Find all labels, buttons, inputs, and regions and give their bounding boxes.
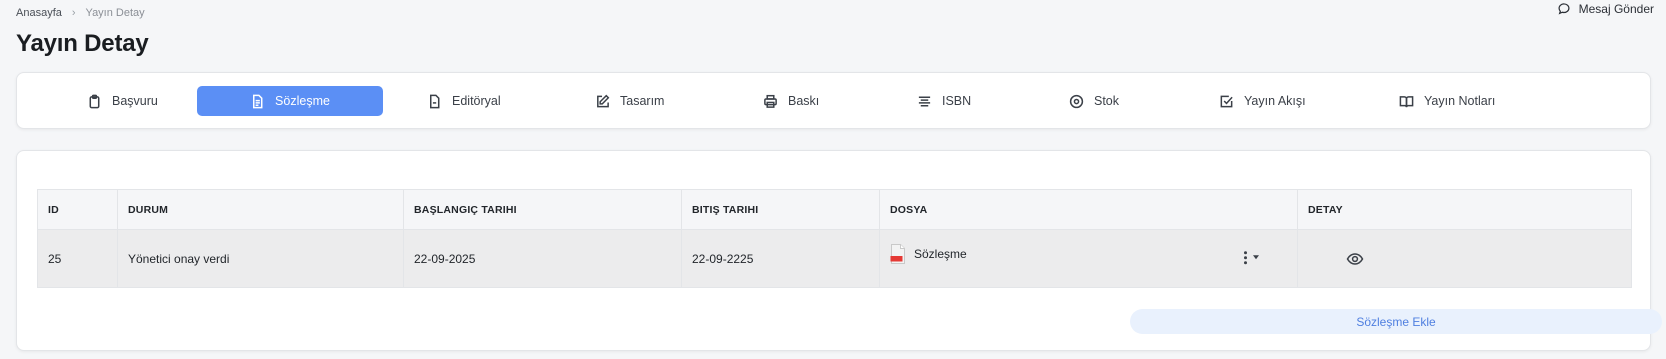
tab-stok[interactable]: Stok [1059,86,1129,116]
tab-label: Yayın Notları [1424,94,1496,108]
cell-id: 25 [37,229,118,288]
file-link[interactable]: Sözleşme [890,244,967,264]
document-icon [253,94,263,108]
tab-isbn[interactable]: ISBN [907,86,981,116]
page-title: Yayın Detay [16,30,149,57]
printer-icon [764,94,777,108]
tabs-bar: Başvuru Sözleşme Editöryal Tasarım Baskı… [16,72,1651,129]
tab-baski[interactable]: Baskı [753,86,829,116]
tab-tasarim[interactable]: Tasarım [585,86,674,116]
file-actions-menu[interactable] [1244,250,1259,264]
clipboard-icon [89,94,100,108]
tab-yayin-notlari[interactable]: Yayın Notları [1389,86,1505,116]
breadcrumb-current: Yayın Detay [85,7,145,19]
column-header-start-date[interactable]: BAŞLANGIÇ TARIHI [403,189,682,230]
cell-file: Sözleşme [879,229,1298,288]
tab-label: ISBN [942,94,972,108]
send-message-button[interactable]: Mesaj Gönder [1557,2,1654,16]
add-contract-button[interactable]: Sözleşme Ekle [1130,309,1662,334]
table-header-row: ID DURUM BAŞLANGIÇ TARIHI BITIŞ TARIHI D… [37,189,1632,230]
tab-label: Editöryal [452,94,501,108]
tab-editoryal[interactable]: Editöryal [417,86,511,116]
book-icon [1399,95,1414,107]
message-icon [1558,3,1570,15]
send-message-label: Mesaj Gönder [1578,2,1654,16]
contracts-table: ID DURUM BAŞLANGIÇ TARIHI BITIŞ TARIHI D… [37,189,1632,288]
tab-basvuru[interactable]: Başvuru [77,86,168,116]
caret-down-icon [1253,255,1259,260]
table-row: 25 Yönetici onay verdi 22-09-2025 22-09-… [37,229,1632,288]
breadcrumb: Anasayfa › Yayın Detay [16,7,145,19]
tab-label: Stok [1094,94,1120,108]
cell-detail [1297,229,1632,288]
breadcrumb-home[interactable]: Anasayfa [16,7,62,19]
column-header-id[interactable]: ID [37,189,118,230]
checkbox-icon [1220,95,1233,107]
disc-icon [1069,94,1084,108]
more-vertical-icon [1244,250,1247,264]
column-header-end-date[interactable]: BITIŞ TARIHI [681,189,880,230]
tab-label: Yayın Akışı [1244,94,1306,108]
column-header-detail[interactable]: DETAY [1297,189,1632,230]
tab-sozlesme[interactable]: Sözleşme [197,86,383,116]
column-header-file[interactable]: DOSYA [879,189,1298,230]
lines-icon [918,96,931,106]
cell-start-date: 22-09-2025 [403,229,682,288]
contracts-panel: ID DURUM BAŞLANGIÇ TARIHI BITIŞ TARIHI D… [16,150,1662,351]
eye-icon[interactable] [1346,250,1364,268]
chevron-right-icon: › [71,7,76,19]
tab-label: Tasarım [620,94,665,108]
file-minus-icon [430,94,440,108]
tab-label: Sözleşme [275,94,330,108]
cell-end-date: 22-09-2225 [681,229,880,288]
cell-status: Yönetici onay verdi [117,229,404,288]
column-header-status[interactable]: DURUM [117,189,404,230]
edit-icon [597,94,610,107]
tab-label: Baskı [788,94,820,108]
top-bar: Anasayfa › Yayın Detay Mesaj Gönder [16,2,1654,22]
pdf-file-icon [890,244,905,264]
file-name: Sözleşme [914,247,967,261]
tab-yayin-akisi[interactable]: Yayın Akışı [1209,86,1316,116]
tab-label: Başvuru [112,94,158,108]
